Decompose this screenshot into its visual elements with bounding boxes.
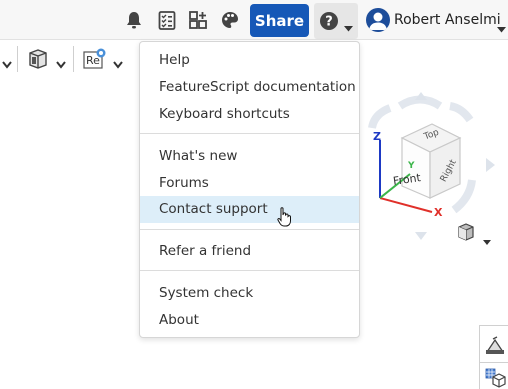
svg-text:?: ?: [325, 15, 333, 30]
menu-divider: [140, 133, 359, 134]
menu-item-whats-new[interactable]: What's new: [140, 143, 359, 170]
help-circle-icon: ?: [319, 11, 339, 31]
share-button[interactable]: Share: [250, 4, 309, 37]
chevron-down-icon[interactable]: [113, 54, 123, 73]
menu-item-contact-support[interactable]: Contact support: [140, 196, 359, 223]
checklist-icon[interactable]: [157, 10, 177, 30]
side-panel: [479, 325, 508, 389]
panel-divider: [480, 362, 508, 363]
menu-item-featurescript-documentation[interactable]: FeatureScript documentation: [140, 74, 359, 101]
add-grid-icon[interactable]: [188, 10, 208, 30]
bell-icon[interactable]: [124, 10, 144, 30]
user-avatar-icon[interactable]: [366, 8, 390, 32]
menu-item-keyboard-shortcuts[interactable]: Keyboard shortcuts: [140, 101, 359, 128]
menu-item-system-check[interactable]: System check: [140, 280, 359, 307]
chevron-down-icon: [344, 17, 353, 36]
axis-z-label: Z: [373, 130, 381, 143]
hand-cursor-icon: [277, 207, 293, 227]
menu-item-refer-a-friend[interactable]: Refer a friend: [140, 238, 359, 265]
bom-table-icon[interactable]: [484, 368, 506, 388]
palette-icon[interactable]: [220, 10, 240, 30]
chevron-down-icon[interactable]: [56, 54, 66, 73]
render-mode-label: Re: [86, 54, 100, 67]
view-options-icon[interactable]: [456, 222, 476, 242]
user-name[interactable]: Robert Anselmi: [394, 12, 501, 28]
top-bar: Share ? Robert Anselmi: [0, 0, 508, 40]
toolbar-divider: [73, 46, 74, 72]
menu-item-help[interactable]: Help: [140, 47, 359, 74]
toolbar-divider: [17, 46, 18, 72]
view-cube[interactable]: Z X Y Top Front Right: [362, 88, 508, 248]
appearance-icon[interactable]: [27, 48, 49, 70]
axis-y-label: Y: [408, 161, 415, 171]
menu-divider: [140, 270, 359, 271]
menu-divider: [140, 229, 359, 230]
chevron-down-icon[interactable]: [2, 54, 12, 73]
menu-item-about[interactable]: About: [140, 307, 359, 334]
chevron-down-icon[interactable]: [483, 230, 491, 249]
menu-item-forums[interactable]: Forums: [140, 170, 359, 197]
help-menu-button[interactable]: ?: [314, 3, 358, 39]
axis-x-label: X: [434, 206, 443, 219]
appearance-panel-icon[interactable]: [484, 336, 506, 356]
app-window: Share ? Robert Anselmi Re Z X Y Top Fron…: [0, 0, 508, 389]
help-dropdown-menu: Help FeatureScript documentation Keyboar…: [139, 41, 360, 338]
user-menu-chevron-icon[interactable]: [497, 18, 506, 37]
